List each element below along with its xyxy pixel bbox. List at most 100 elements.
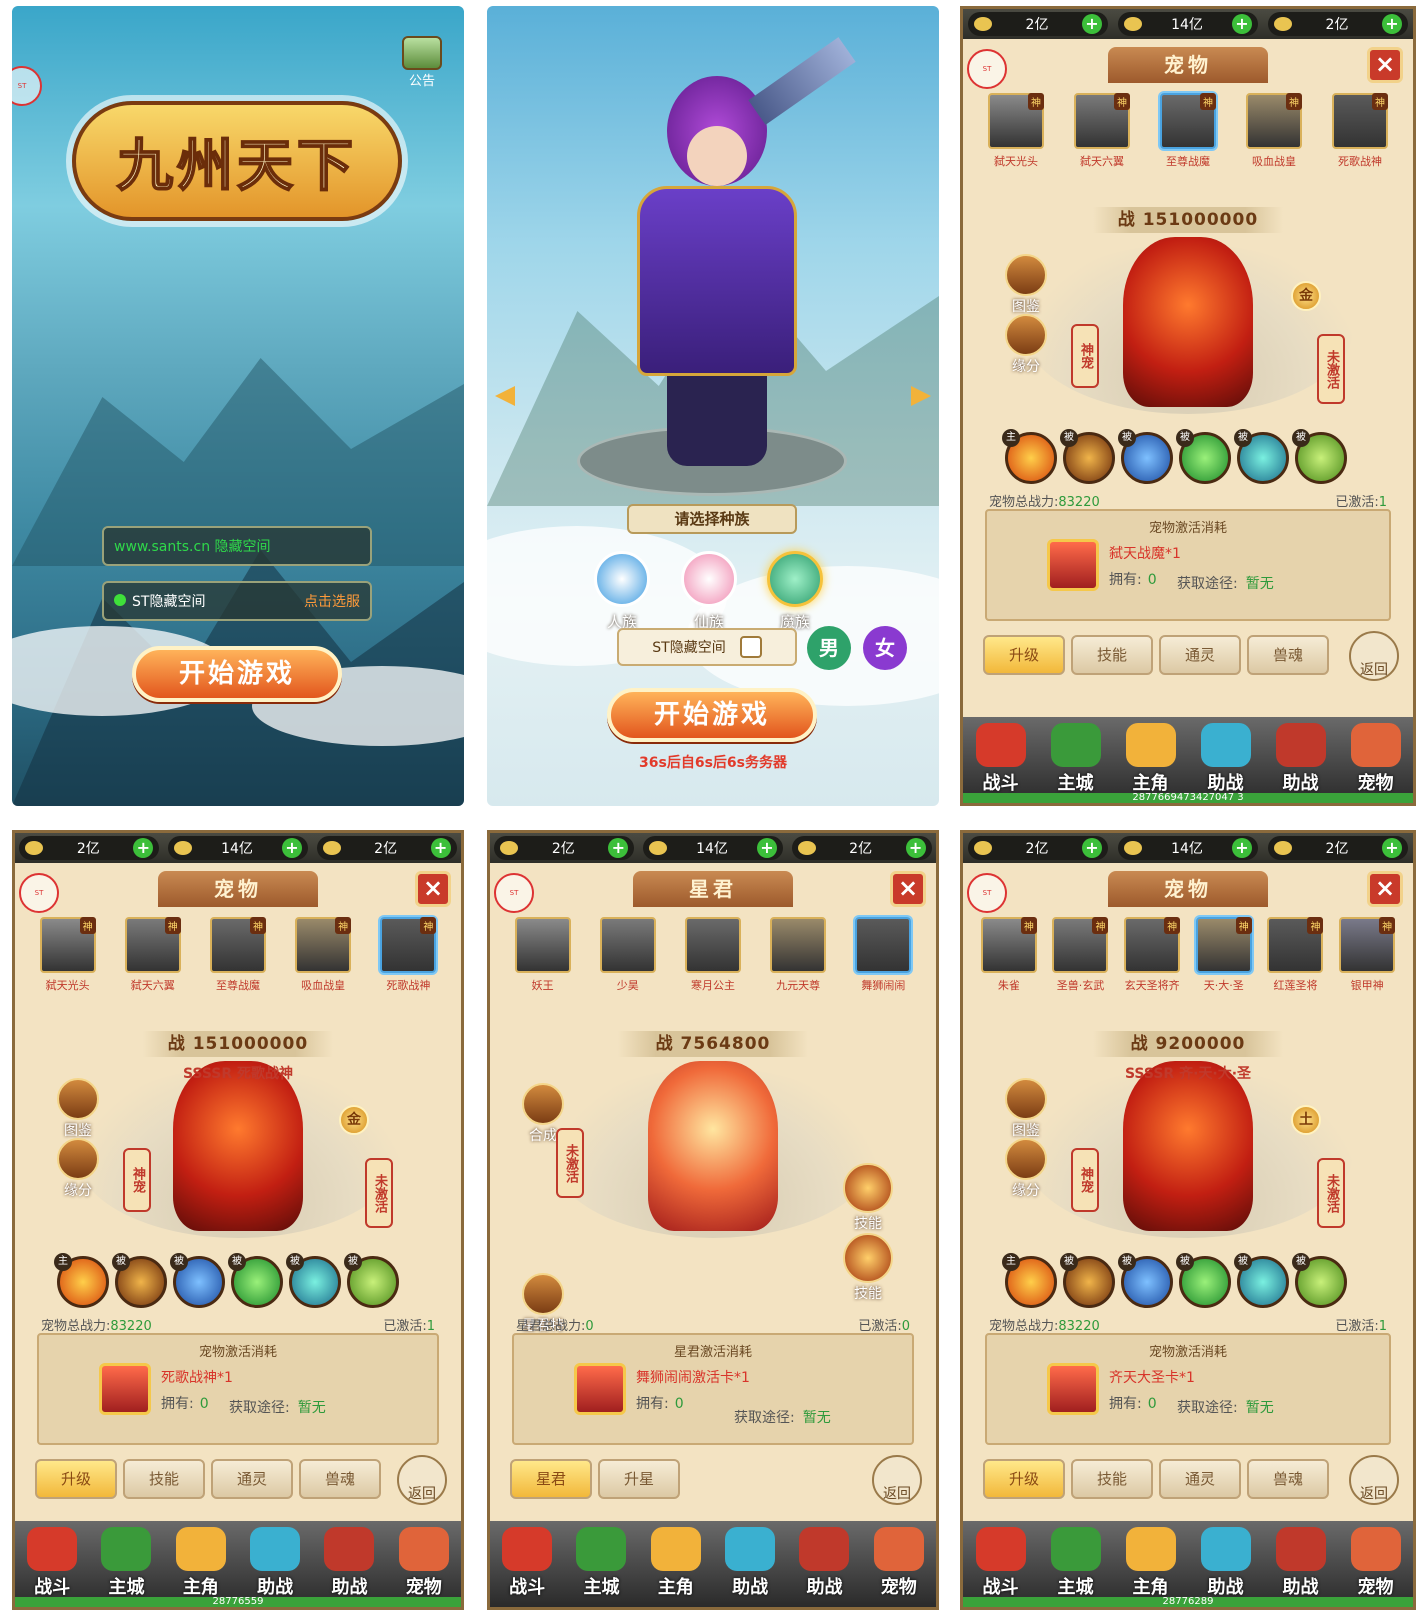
add-currency-button[interactable]: + bbox=[1231, 838, 1252, 858]
add-currency-button[interactable]: + bbox=[608, 838, 629, 858]
pet-item[interactable]: 神弑天光头 bbox=[37, 917, 99, 997]
pet-item[interactable]: 舞狮闹闹 bbox=[852, 917, 914, 997]
skill-slot[interactable]: 被 bbox=[1060, 1253, 1115, 1308]
add-currency-button[interactable]: + bbox=[756, 838, 777, 858]
nav-item[interactable]: 主城 bbox=[95, 1527, 157, 1599]
close-button[interactable]: × bbox=[1367, 871, 1403, 907]
name-input[interactable]: ST隐藏空间 bbox=[617, 628, 797, 666]
skill-slot[interactable]: 被 bbox=[1060, 429, 1115, 484]
nav-item[interactable]: 助战 bbox=[719, 1527, 781, 1599]
nav-item[interactable]: 助战 bbox=[1270, 1527, 1332, 1599]
skill-button[interactable]: 技能 bbox=[840, 1233, 896, 1303]
gender-male-button[interactable]: 男 bbox=[807, 626, 851, 670]
pet-item[interactable]: 神弑天光头 bbox=[985, 93, 1047, 173]
nav-item[interactable]: 助战 bbox=[318, 1527, 380, 1599]
add-currency-button[interactable]: + bbox=[1381, 838, 1402, 858]
pet-item[interactable]: 神死歌战神 bbox=[1329, 93, 1391, 173]
race-human[interactable]: 人族 bbox=[592, 551, 652, 632]
tab-1[interactable]: 技能 bbox=[123, 1459, 205, 1499]
nav-item[interactable]: 战斗 bbox=[21, 1527, 83, 1599]
pet-item[interactable]: 神弑天六翼 bbox=[122, 917, 184, 997]
add-currency-button[interactable]: + bbox=[1231, 14, 1252, 34]
tab-0[interactable]: 升级 bbox=[35, 1459, 117, 1499]
nav-item[interactable]: 战斗 bbox=[970, 1527, 1032, 1599]
pet-item[interactable]: 神吸血战皇 bbox=[292, 917, 354, 997]
nav-item[interactable]: 主角 bbox=[1120, 723, 1182, 795]
nav-item[interactable]: 主城 bbox=[1045, 1527, 1107, 1599]
skill-slot[interactable]: 被 bbox=[228, 1253, 283, 1308]
skill-slot[interactable]: 被 bbox=[286, 1253, 341, 1308]
activation-card-icon[interactable] bbox=[1047, 1363, 1099, 1415]
fate-button[interactable]: 缘分 bbox=[55, 1138, 101, 1200]
tab-0[interactable]: 星君 bbox=[510, 1459, 592, 1499]
skill-slot[interactable]: 被 bbox=[1292, 1253, 1347, 1308]
pet-item[interactable]: 神死歌战神 bbox=[377, 917, 439, 997]
add-currency-button[interactable]: + bbox=[1081, 14, 1102, 34]
skill-slot[interactable]: 被 bbox=[112, 1253, 167, 1308]
close-button[interactable]: × bbox=[1367, 47, 1403, 83]
race-immortal[interactable]: 仙族 bbox=[679, 551, 739, 632]
tab-3[interactable]: 兽魂 bbox=[299, 1459, 381, 1499]
nav-item[interactable]: 战斗 bbox=[970, 723, 1032, 795]
skill-slot[interactable]: 被 bbox=[344, 1253, 399, 1308]
skill-slot[interactable]: 被 bbox=[1118, 429, 1173, 484]
tab-1[interactable]: 技能 bbox=[1071, 635, 1153, 675]
nav-item[interactable]: 宠物 bbox=[868, 1527, 930, 1599]
pet-item[interactable]: 神至尊战魔 bbox=[207, 917, 269, 997]
tab-2[interactable]: 通灵 bbox=[1159, 635, 1241, 675]
nav-item[interactable]: 助战 bbox=[1195, 723, 1257, 795]
add-currency-button[interactable]: + bbox=[133, 838, 154, 858]
pet-item[interactable]: 神玄天圣将齐 bbox=[1121, 917, 1183, 997]
pet-item[interactable]: 神天·大·圣 bbox=[1193, 917, 1255, 997]
fate-button[interactable]: 缘分 bbox=[1003, 314, 1049, 376]
add-currency-button[interactable]: + bbox=[1081, 838, 1102, 858]
pet-item[interactable]: 妖王 bbox=[512, 917, 574, 997]
skill-slot[interactable]: 主 bbox=[1002, 429, 1057, 484]
nav-item[interactable]: 主角 bbox=[1120, 1527, 1182, 1599]
activation-card-icon[interactable] bbox=[1047, 539, 1099, 591]
dice-icon[interactable] bbox=[739, 636, 762, 658]
prev-arrow-icon[interactable] bbox=[495, 386, 515, 406]
fate-button[interactable]: 缘分 bbox=[1003, 1138, 1049, 1200]
codex-button[interactable]: 图鉴 bbox=[1003, 1078, 1049, 1140]
tab-2[interactable]: 通灵 bbox=[1159, 1459, 1241, 1499]
skill-slot[interactable]: 被 bbox=[1234, 429, 1289, 484]
codex-button[interactable]: 图鉴 bbox=[55, 1078, 101, 1140]
pet-item[interactable]: 寒月公主 bbox=[682, 917, 744, 997]
nav-item[interactable]: 助战 bbox=[244, 1527, 306, 1599]
server-select-link[interactable]: 点击选服 bbox=[304, 591, 360, 611]
add-currency-button[interactable]: + bbox=[1381, 14, 1402, 34]
nav-item[interactable]: 宠物 bbox=[1345, 1527, 1407, 1599]
nav-item[interactable]: 主城 bbox=[570, 1527, 632, 1599]
pet-item[interactable]: 少昊 bbox=[597, 917, 659, 997]
nav-item[interactable]: 助战 bbox=[1195, 1527, 1257, 1599]
nav-item[interactable]: 助战 bbox=[1270, 723, 1332, 795]
nav-item[interactable]: 主角 bbox=[170, 1527, 232, 1599]
close-button[interactable]: × bbox=[890, 871, 926, 907]
nav-item[interactable]: 助战 bbox=[793, 1527, 855, 1599]
activation-card-icon[interactable] bbox=[99, 1363, 151, 1415]
nav-item[interactable]: 主城 bbox=[1045, 723, 1107, 795]
pet-item[interactable]: 神银甲神 bbox=[1336, 917, 1398, 997]
pet-item[interactable]: 神吸血战皇 bbox=[1243, 93, 1305, 173]
race-demon[interactable]: 魔族 bbox=[765, 551, 825, 632]
add-currency-button[interactable]: + bbox=[430, 838, 451, 858]
skill-button[interactable]: 技能 bbox=[840, 1163, 896, 1233]
back-button[interactable]: 返回 bbox=[397, 1455, 447, 1505]
back-button[interactable]: 返回 bbox=[1349, 631, 1399, 681]
tab-3[interactable]: 兽魂 bbox=[1247, 635, 1329, 675]
pet-item[interactable]: 神弑天六翼 bbox=[1071, 93, 1133, 173]
pet-item[interactable]: 九元天尊 bbox=[767, 917, 829, 997]
pet-item[interactable]: 神红莲圣将 bbox=[1264, 917, 1326, 997]
skill-slot[interactable]: 主 bbox=[1002, 1253, 1057, 1308]
skill-slot[interactable]: 被 bbox=[1118, 1253, 1173, 1308]
back-button[interactable]: 返回 bbox=[1349, 1455, 1399, 1505]
close-button[interactable]: × bbox=[415, 871, 451, 907]
nav-item[interactable]: 战斗 bbox=[496, 1527, 558, 1599]
pet-item[interactable]: 神至尊战魔 bbox=[1157, 93, 1219, 173]
skill-slot[interactable]: 被 bbox=[1234, 1253, 1289, 1308]
pet-item[interactable]: 神圣兽·玄武 bbox=[1049, 917, 1111, 997]
skill-slot[interactable]: 被 bbox=[170, 1253, 225, 1308]
url-field[interactable]: www.sants.cn 隐藏空间 bbox=[102, 526, 372, 566]
add-currency-button[interactable]: + bbox=[281, 838, 302, 858]
